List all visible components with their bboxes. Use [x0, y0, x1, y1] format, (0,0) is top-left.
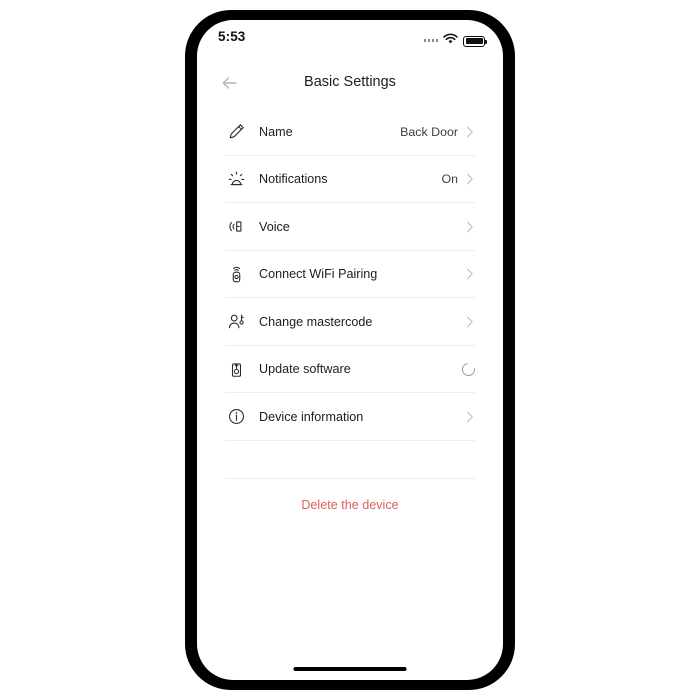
settings-row-value: On [441, 172, 458, 187]
user-key-icon [225, 311, 247, 333]
settings-row-change-mastercode[interactable]: Change mastercode [225, 298, 475, 346]
navigation-bar: Basic Settings [197, 58, 503, 108]
info-circle-icon [225, 406, 247, 428]
chevron-right-icon [465, 220, 475, 234]
settings-row-value: Back Door [400, 124, 458, 139]
home-indicator[interactable] [293, 666, 407, 671]
settings-row-device-information[interactable]: Device information [225, 393, 475, 441]
chevron-right-icon [465, 125, 475, 139]
settings-row-label: Change mastercode [259, 314, 373, 329]
chevron-right-icon [465, 315, 475, 329]
phone-device-frame: 5:53 Basic Settings Name Back Door Notif… [185, 10, 515, 690]
software-update-icon [225, 358, 247, 380]
pencil-icon [225, 121, 247, 143]
status-bar-indicators [423, 32, 487, 50]
status-bar: 5:53 [197, 20, 503, 58]
settings-row-label: Connect WiFi Pairing [259, 267, 378, 282]
screenshot-canvas: 5:53 Basic Settings Name Back Door Notif… [0, 0, 700, 700]
settings-row-label: Notifications [259, 172, 328, 187]
wifi-remote-icon [225, 263, 247, 285]
settings-row-label: Voice [259, 219, 290, 234]
wifi-icon [443, 32, 458, 50]
alarm-siren-icon [225, 168, 247, 190]
settings-row-label: Name [259, 124, 293, 139]
speaker-volume-icon [225, 216, 247, 238]
settings-row-connect-wifi-pairing[interactable]: Connect WiFi Pairing [225, 251, 475, 299]
settings-row-label: Device information [259, 409, 364, 424]
delete-device-section: Delete the device [197, 496, 503, 514]
settings-row-update-software[interactable]: Update software [225, 346, 478, 394]
loading-spinner-icon [459, 360, 478, 379]
settings-row-voice[interactable]: Voice [225, 203, 475, 251]
signal-dots-icon [423, 39, 438, 42]
settings-row-name[interactable]: Name Back Door [225, 108, 475, 156]
chevron-right-icon [465, 267, 475, 281]
settings-row-label: Update software [259, 362, 351, 377]
chevron-right-icon [465, 410, 475, 424]
phone-screen: 5:53 Basic Settings Name Back Door Notif… [197, 20, 503, 680]
battery-full-icon [463, 35, 487, 47]
settings-row-notifications[interactable]: Notifications On [225, 156, 475, 204]
page-title: Basic Settings [304, 74, 396, 90]
chevron-right-icon [465, 172, 475, 186]
settings-list: Name Back Door Notifications On Voice Co… [197, 108, 503, 514]
status-bar-clock: 5:53 [218, 29, 246, 44]
delete-device-button[interactable]: Delete the device [301, 498, 398, 512]
list-spacer-row [225, 441, 475, 479]
